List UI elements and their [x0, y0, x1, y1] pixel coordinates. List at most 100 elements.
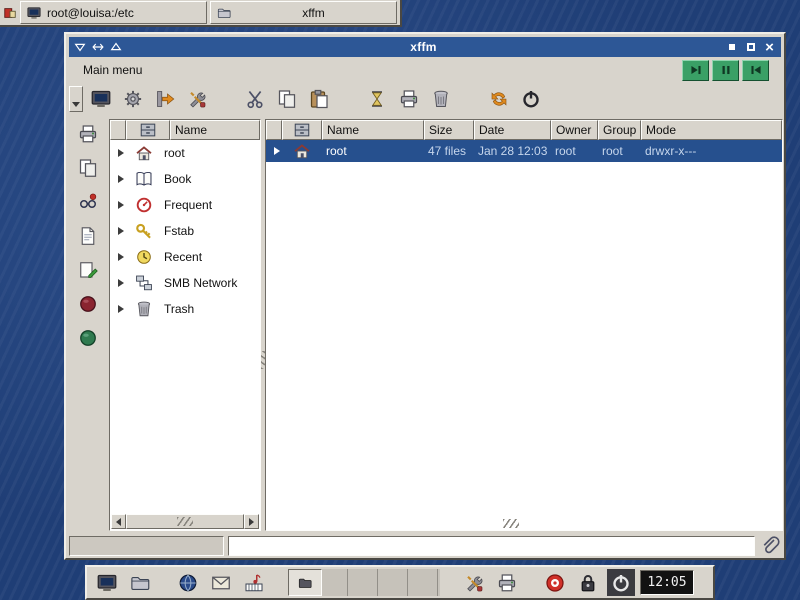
scroll-right-button[interactable] [244, 514, 259, 529]
scroll-left-button[interactable] [111, 514, 126, 529]
tree-item-label: Book [164, 172, 191, 186]
copy-tool-button[interactable] [73, 153, 103, 183]
titlebar[interactable]: xffm [69, 37, 781, 57]
trash-icon [431, 89, 451, 109]
drawer-icon [293, 121, 311, 139]
applet-icon[interactable] [3, 6, 17, 20]
paste-button[interactable] [305, 85, 333, 113]
column-header-group[interactable]: Group [598, 120, 641, 140]
tree-header-spacer[interactable] [110, 120, 126, 140]
help-launcher[interactable] [541, 569, 569, 596]
lock-button[interactable] [574, 569, 602, 596]
print-button[interactable] [395, 85, 423, 113]
tree-header-name[interactable]: Name [170, 120, 260, 140]
expander-icon[interactable] [274, 147, 280, 155]
print-tool-button[interactable] [73, 119, 103, 149]
column-header-size[interactable]: Size [424, 120, 474, 140]
triangle-down-icon[interactable] [73, 40, 87, 54]
key-icon [124, 222, 164, 240]
tree-item-trash[interactable]: Trash [110, 296, 260, 322]
file-header-icon-cell[interactable] [282, 120, 322, 140]
attach-button[interactable] [759, 535, 781, 557]
delete-button[interactable] [427, 85, 455, 113]
copy-button[interactable] [273, 85, 301, 113]
file-owner: root [551, 144, 598, 158]
main-menu-item[interactable]: Main menu [79, 61, 146, 79]
toolbar-dropdown-button[interactable] [69, 86, 83, 112]
tree-item-frequent[interactable]: Frequent [110, 192, 260, 218]
terminal-icon [27, 6, 41, 20]
arrow-left-icon [116, 518, 121, 526]
maximize-button[interactable] [743, 40, 758, 54]
close-button[interactable] [762, 40, 777, 54]
lifebuoy-icon [545, 573, 565, 593]
desktop-screen: root@louisa:/etc xffm xffm Main menu [0, 0, 800, 600]
triangle-up-icon[interactable] [109, 40, 123, 54]
music-launcher[interactable] [240, 569, 268, 596]
task-button-xffm[interactable]: xffm [210, 1, 397, 24]
settings-button[interactable] [119, 85, 147, 113]
printer-icon [78, 124, 98, 144]
fast-forward-button[interactable] [682, 60, 709, 81]
panel-clock: 12:05 [640, 570, 694, 595]
gauge-icon [124, 196, 164, 214]
home-icon [282, 142, 322, 160]
path-entry[interactable] [228, 536, 755, 556]
file-header-spacer[interactable] [266, 120, 282, 140]
print-launcher[interactable] [493, 569, 521, 596]
go-button[interactable] [151, 85, 179, 113]
stick-icon[interactable] [91, 40, 105, 54]
tree-item-book[interactable]: Book [110, 166, 260, 192]
horizontal-scrollbar[interactable] [111, 514, 259, 529]
browser-launcher[interactable] [174, 569, 202, 596]
column-header-owner[interactable]: Owner [551, 120, 598, 140]
files-launcher[interactable] [126, 569, 154, 596]
view-tool-button[interactable] [73, 187, 103, 217]
find-button[interactable] [363, 85, 391, 113]
quit-button[interactable] [517, 85, 545, 113]
sphere-green-button[interactable] [73, 323, 103, 353]
music-icon [244, 573, 264, 593]
terminal-launcher[interactable] [93, 569, 121, 596]
tree-item-smb-network[interactable]: SMB Network [110, 270, 260, 296]
toolbar-separator [337, 99, 359, 100]
panel-separator [526, 582, 536, 583]
rewind-button[interactable] [742, 60, 769, 81]
view-icon [78, 192, 98, 212]
mail-launcher[interactable] [207, 569, 235, 596]
tools-launcher[interactable] [460, 569, 488, 596]
folder-icon [298, 576, 312, 590]
pause-button[interactable] [712, 60, 739, 81]
document-tool-button[interactable] [73, 221, 103, 251]
edit-tool-button[interactable] [73, 255, 103, 285]
tree-item-root[interactable]: root [110, 140, 260, 166]
file-row-root[interactable]: root 47 files Jan 28 12:03 root root drw… [266, 140, 782, 162]
column-header-name[interactable]: Name [322, 120, 424, 140]
folder-icon [217, 6, 231, 20]
power-icon [611, 573, 631, 593]
globe-icon [178, 573, 198, 593]
task-button-terminal[interactable]: root@louisa:/etc [20, 1, 207, 24]
power-button[interactable] [607, 569, 635, 596]
pause-icon [719, 63, 733, 77]
grip-icon[interactable] [503, 519, 519, 528]
terminal-button[interactable] [87, 85, 115, 113]
minimize-button[interactable] [724, 40, 739, 54]
column-header-mode[interactable]: Mode [641, 120, 782, 140]
edit-icon [78, 260, 98, 280]
tools-button[interactable] [183, 85, 211, 113]
tree-item-fstab[interactable]: Fstab [110, 218, 260, 244]
pager-task-button[interactable] [288, 569, 322, 596]
rewind-icon [749, 63, 763, 77]
tree-item-label: Fstab [164, 224, 194, 238]
scissors-icon [245, 89, 265, 109]
menu-bar: Main menu [69, 57, 781, 83]
column-header-date[interactable]: Date [474, 120, 551, 140]
scrollbar-thumb[interactable] [126, 514, 244, 529]
tools-icon [187, 89, 207, 109]
tree-item-recent[interactable]: Recent [110, 244, 260, 270]
tree-header-icon-cell[interactable] [126, 120, 170, 140]
sphere-red-button[interactable] [73, 289, 103, 319]
cut-button[interactable] [241, 85, 269, 113]
reload-button[interactable] [485, 85, 513, 113]
